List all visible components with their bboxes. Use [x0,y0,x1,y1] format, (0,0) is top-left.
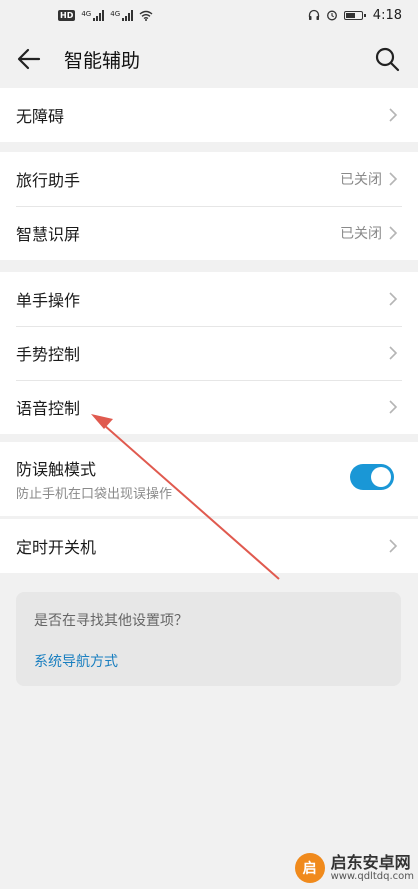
settings-item-scheduled-power[interactable]: 定时开关机 [0,519,418,573]
settings-item-label: 单手操作 [16,291,81,310]
settings-item-label: 防误触模式 [16,460,97,479]
settings-item-description: 防止手机在口袋出现误操作 [16,487,173,502]
status-right: 4:18 [308,8,402,23]
chevron-right-icon [389,172,398,186]
search-icon[interactable] [372,44,402,74]
chevron-right-icon [389,539,398,553]
watermark-url: www.qdltdq.com [330,871,414,883]
battery-icon [343,10,366,20]
watermark: 启 启东安卓网 www.qdltdq.com [294,853,414,883]
network-tag: 4G [81,9,92,18]
settings-item-label: 旅行助手 [16,171,81,190]
signal-icon-2: 4G [110,9,134,21]
settings-item-gesture-control[interactable]: 手势控制 [0,326,418,380]
settings-item-smart-screen[interactable]: 智慧识屏 已关闭 [0,206,418,260]
suggestion-card: 是否在寻找其他设置项？ 系统导航方式 [16,592,401,686]
status-left: HD 4G 4G [58,9,153,21]
settings-item-label: 智慧识屏 [16,225,81,244]
status-time: 4:18 [372,7,402,23]
hd-badge: HD [58,9,76,21]
pocket-mode-toggle[interactable] [350,464,394,490]
settings-item-label: 语音控制 [16,399,81,418]
settings-item-pocket-mode[interactable]: 防误触模式 防止手机在口袋出现误操作 [0,442,418,516]
watermark-title: 启东安卓网 [330,852,411,872]
suggestion-question: 是否在寻找其他设置项？ [34,613,188,629]
wifi-icon [139,10,153,21]
signal-icon: 4G [81,9,105,21]
suggestion-link[interactable]: 系统导航方式 [34,651,383,671]
settings-item-travel-assistant[interactable]: 旅行助手 已关闭 [0,152,418,206]
chevron-right-icon [389,292,398,306]
watermark-text: 启东安卓网 www.qdltdq.com [331,854,414,883]
chevron-right-icon [389,400,398,414]
watermark-logo-icon: 启 [294,853,325,883]
toggle-knob [371,467,391,487]
settings-item-accessibility[interactable]: 无障碍 [0,88,418,142]
arrow-left-icon[interactable] [14,44,44,74]
chevron-right-icon [389,108,398,122]
settings-item-one-hand[interactable]: 单手操作 [0,272,418,326]
settings-item-voice-control[interactable]: 语音控制 [0,380,418,434]
settings-item-label: 无障碍 [16,107,65,126]
page-title: 智能辅助 [64,50,141,72]
settings-item-label: 定时开关机 [16,538,97,557]
headphones-icon [308,9,319,20]
settings-item-label: 手势控制 [16,345,81,364]
settings-item-status: 已关闭 [340,226,382,242]
chevron-right-icon [389,226,398,240]
chevron-right-icon [389,346,398,360]
settings-group-schedule: 定时开关机 [0,519,418,573]
status-bar: HD 4G 4G 4:18 [0,0,418,30]
settings-group-pocket-mode: 防误触模式 防止手机在口袋出现误操作 [0,442,418,516]
app-bar: 智能辅助 [0,30,418,88]
settings-item-status: 已关闭 [340,172,382,188]
settings-group-travel: 旅行助手 已关闭 智慧识屏 已关闭 [0,152,418,260]
settings-group-controls: 单手操作 手势控制 语音控制 [0,272,418,434]
network-tag-2: 4G [110,9,121,18]
alarm-icon [326,10,337,21]
settings-group-accessibility: 无障碍 [0,88,418,142]
